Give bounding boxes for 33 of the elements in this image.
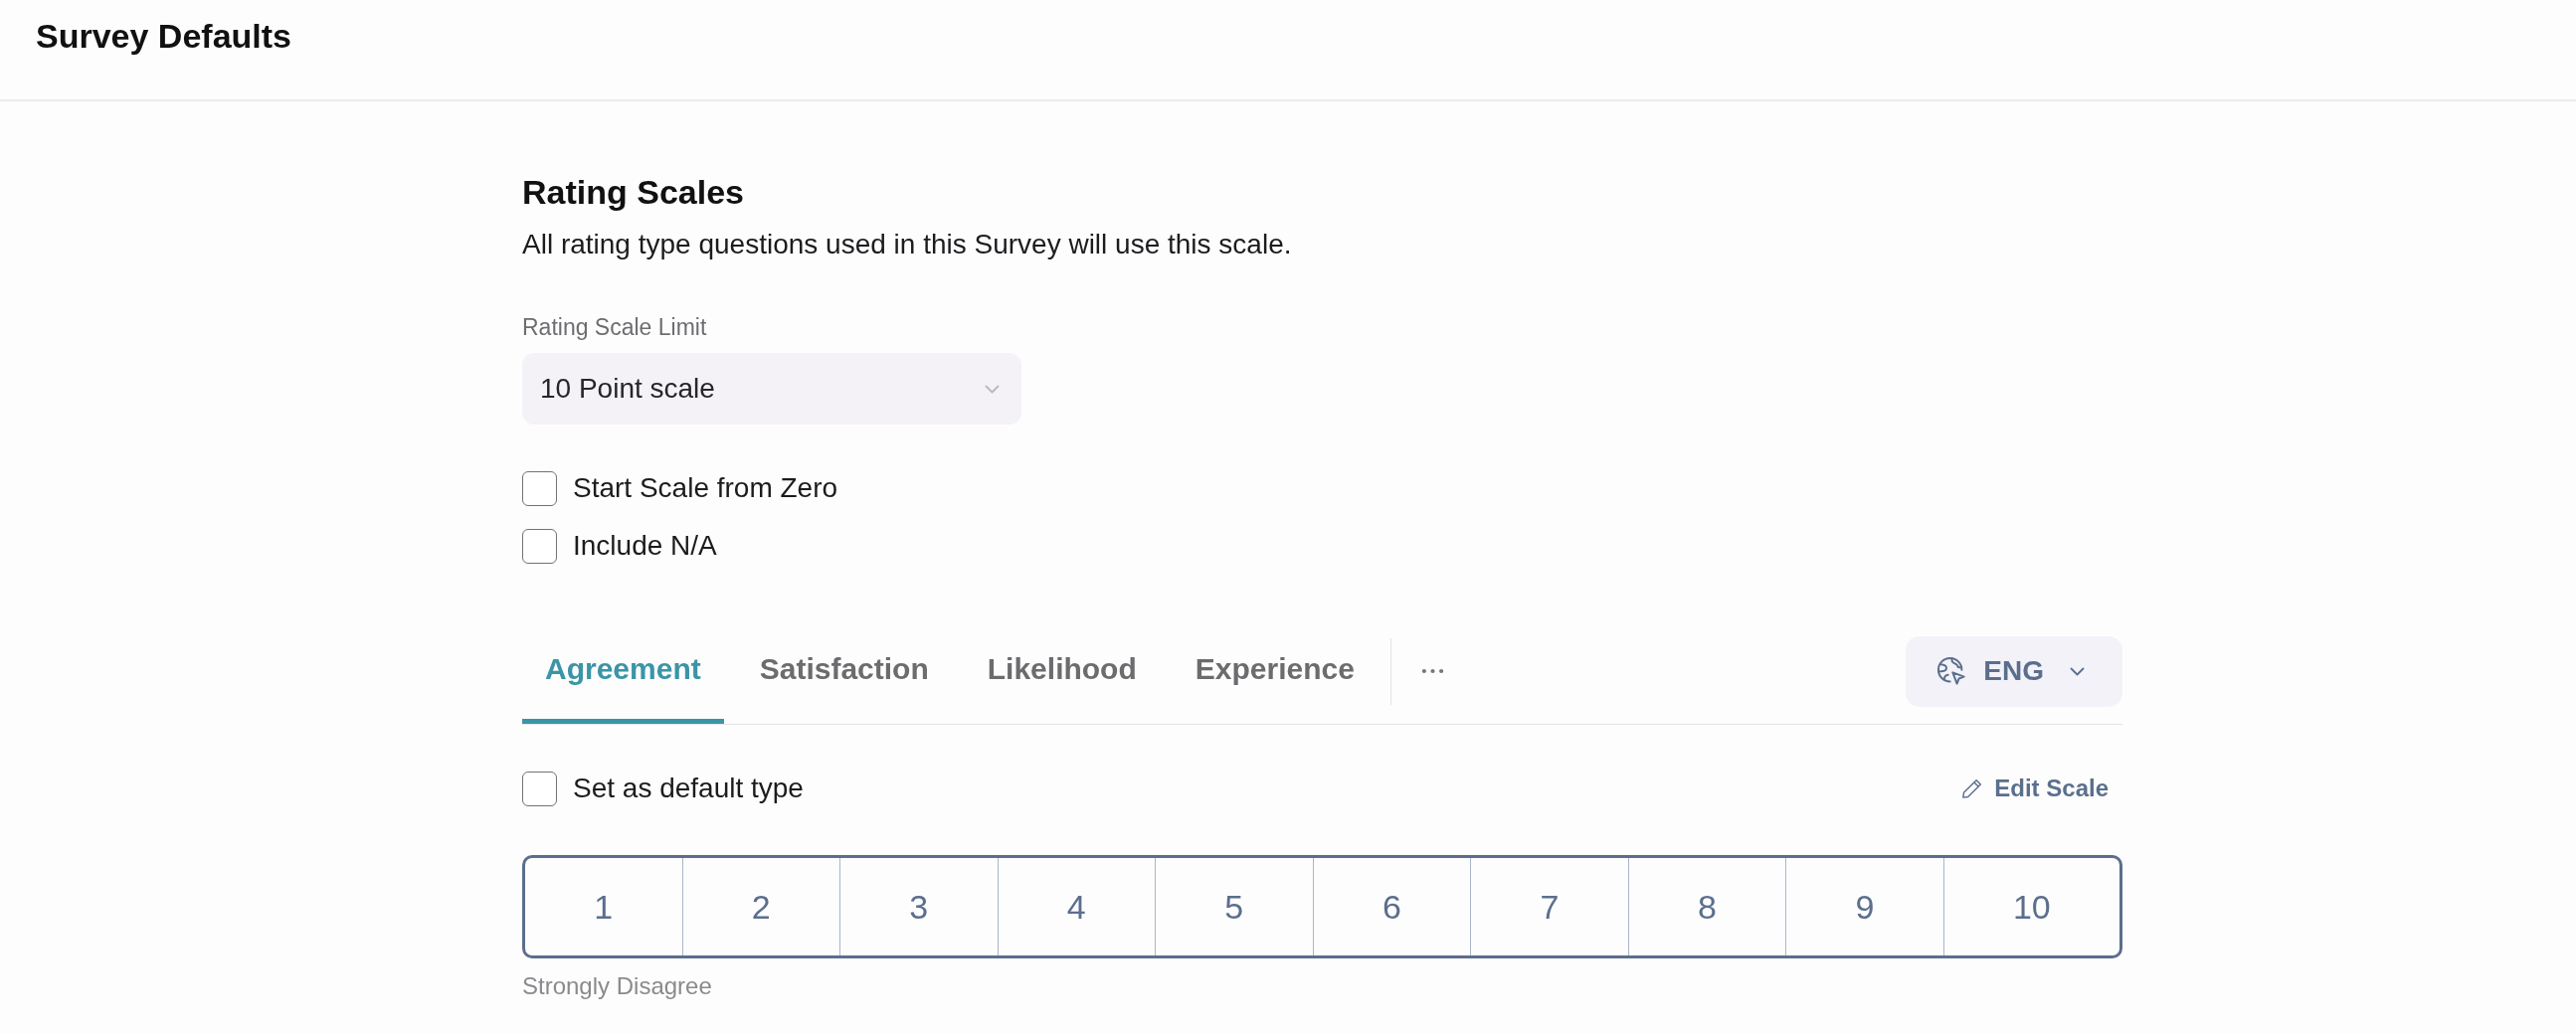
checkbox-label: Start Scale from Zero (573, 471, 838, 505)
checkbox-label: Set as default type (573, 772, 804, 805)
edit-scale-button[interactable]: Edit Scale (1960, 774, 2109, 803)
scale-point[interactable]: 1 (525, 858, 682, 955)
scale-point[interactable]: 9 (1785, 858, 1943, 955)
scale-point[interactable]: 6 (1312, 858, 1471, 955)
section-title: Rating Scales (522, 172, 744, 212)
scale-low-label: Strongly Disagree (522, 972, 712, 1000)
scale-limit-dropdown[interactable]: 10 Point scale (522, 353, 1021, 425)
globe-cursor-icon (1935, 655, 1968, 687)
more-icon[interactable] (1420, 668, 1444, 674)
tab[interactable]: Agreement (522, 618, 724, 724)
section-description: All rating type questions used in this Survey will use this scale. (522, 228, 1292, 261)
chevron-down-icon (2070, 666, 2085, 676)
scale-point[interactable]: 4 (997, 858, 1156, 955)
chevron-down-icon (985, 384, 1000, 394)
field-label: Rating Scale Limit (522, 313, 707, 341)
tab[interactable]: Satisfaction (736, 618, 952, 724)
tab[interactable]: Likelihood (964, 618, 1160, 724)
scale-point[interactable]: 3 (839, 858, 998, 955)
pencil-icon (1960, 776, 1984, 800)
checkbox[interactable] (522, 470, 557, 506)
language-dropdown[interactable]: ENG (1906, 635, 2122, 707)
scale-point[interactable]: 10 (1942, 858, 2119, 955)
checkbox-label: Include N/A (573, 529, 717, 563)
scale-point[interactable]: 5 (1155, 858, 1313, 955)
scale-point[interactable]: 7 (1470, 858, 1628, 955)
checkbox[interactable] (522, 771, 557, 806)
tab[interactable]: Experience (1172, 618, 1378, 724)
scale-point[interactable]: 2 (681, 858, 840, 955)
scale-point[interactable]: 8 (1627, 858, 1786, 955)
page-title: Survey Defaults (36, 16, 291, 56)
checkbox[interactable] (522, 528, 557, 564)
